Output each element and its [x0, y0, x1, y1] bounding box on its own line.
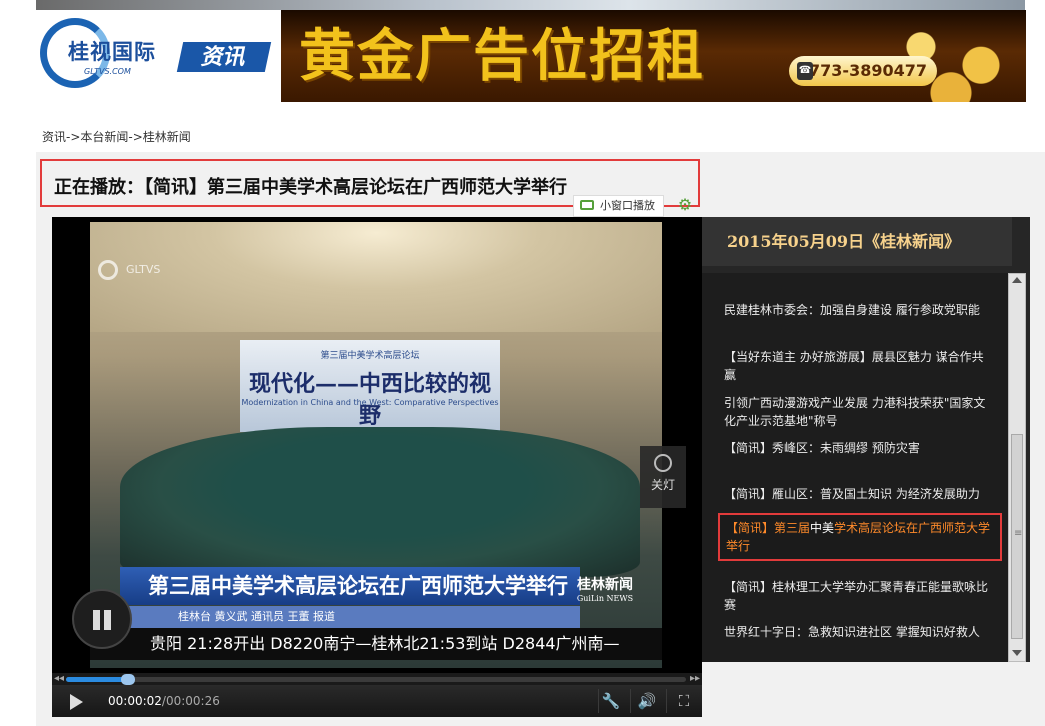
scrollbar-thumb[interactable]: ≡	[1011, 434, 1023, 639]
time-total: /00:00:26	[161, 694, 220, 708]
time-display: 00:00:02/00:00:26	[108, 694, 220, 708]
video-caption: 第三届中美学术高层论坛在广西师范大学举行	[120, 567, 580, 605]
rewind-icon[interactable]: ◂◂	[54, 673, 64, 685]
fullscreen-icon[interactable]: ⛶	[674, 691, 694, 711]
playlist-item[interactable]: 引领广西动漫游戏产业发展 力港科技荣获"国家文化产业示范基地"称号	[724, 394, 990, 430]
active-item-prefix: 【简讯】第三届	[726, 521, 811, 535]
progress-bar[interactable]	[66, 674, 686, 685]
progress-handle[interactable]	[121, 674, 135, 685]
ad-banner[interactable]: 黄金广告位招租 ☎ 0773-3890477	[281, 10, 1026, 102]
playlist-item[interactable]: 【简讯】桂林理工大学举办汇聚青春正能量歌咏比赛	[724, 578, 990, 614]
playlist-header: 2015年05月09日《桂林新闻》	[702, 217, 1012, 266]
phone-icon: ☎	[797, 62, 813, 80]
progress-fill	[66, 677, 128, 682]
scroll-down-arrow-icon[interactable]	[1012, 650, 1022, 656]
pause-button[interactable]	[72, 589, 132, 649]
logo-subtext: GLTVS.COM	[84, 67, 131, 76]
time-current: 00:00:02	[108, 694, 162, 708]
progress-track[interactable]: ◂◂ ▸▸	[52, 673, 702, 685]
video-ticker: 贵阳 21:28开出 D8220南宁—桂林北21:53到站 D2844广州南—	[90, 628, 662, 660]
banner-english-text: Modernization in China and the West: Com…	[241, 398, 499, 407]
video-stage-banner: 第三届中美学术高层论坛 现代化——中西比较的视野 Modernization i…	[240, 340, 500, 432]
video-frame[interactable]: GLTVS 第三届中美学术高层论坛 现代化——中西比较的视野 Moderniza…	[90, 222, 662, 668]
playlist-list: 民建桂林市委会：加强自身建设 履行参政党职能 【当好东道主 办好旅游展】展县区魅…	[702, 273, 1010, 662]
logo-text: 桂视国际	[68, 39, 156, 64]
playlist-item-active[interactable]: 【简讯】第三届中美学术高层论坛在广西师范大学举行	[718, 513, 1002, 561]
playlist-item[interactable]: 【当好东道主 办好旅游展】展县区魅力 谋合作共赢	[724, 348, 990, 384]
mini-window-play-label: 小窗口播放	[600, 199, 655, 212]
playlist-panel: 2015年05月09日《桂林新闻》 民建桂林市委会：加强自身建设 履行参政党职能…	[702, 217, 1030, 662]
play-icon[interactable]	[70, 694, 83, 710]
logo-section-tag: 资讯	[176, 42, 272, 72]
lightbulb-icon	[654, 454, 672, 472]
playlist-item[interactable]: 民建桂林市委会：加强自身建设 履行参政党职能	[724, 301, 990, 319]
playlist-scrollbar[interactable]: ≡	[1008, 273, 1026, 662]
control-separator	[598, 689, 599, 713]
lights-off-button[interactable]: 关灯	[640, 446, 686, 508]
news-logo-text: 桂林新闻	[577, 577, 633, 593]
volume-icon[interactable]: 🔊	[637, 691, 657, 711]
mini-window-play-button[interactable]: 小窗口播放	[573, 195, 664, 217]
news-logo-en: GuiLin NEWS	[576, 594, 634, 603]
control-separator	[666, 689, 667, 713]
video-conference-table	[120, 427, 640, 577]
ad-title: 黄金广告位招租	[299, 23, 705, 89]
player-controls: 00:00:02/00:00:26 🔧 🔊 ⛶	[52, 685, 702, 717]
gear-icon[interactable]: ⚙	[676, 196, 694, 214]
tv-icon	[580, 200, 594, 210]
now-playing-title: 正在播放：【简讯】第三届中美学术高层论坛在广西师范大学举行	[54, 177, 567, 198]
active-item-highlight: 中美	[810, 521, 835, 535]
fast-forward-icon[interactable]: ▸▸	[690, 673, 700, 685]
top-banner-strip	[36, 0, 1025, 10]
video-reporters: 桂林台 黄义武 通讯员 王董 报道	[120, 606, 580, 628]
control-separator	[630, 689, 631, 713]
ad-phone-number: 0773-3890477	[797, 61, 927, 80]
video-watermark: GLTVS	[90, 256, 216, 284]
playlist-item[interactable]: 世界红十字日：急救知识进社区 掌握知识好救人	[724, 623, 990, 641]
video-player[interactable]: GLTVS 第三届中美学术高层论坛 现代化——中西比较的视野 Moderniza…	[52, 217, 702, 717]
scroll-up-arrow-icon[interactable]	[1012, 277, 1022, 283]
banner-small-text: 第三届中美学术高层论坛	[320, 351, 420, 361]
scroll-grip-icon: ≡	[1014, 528, 1023, 539]
site-logo[interactable]: 桂视国际 GLTVS.COM 资讯	[40, 16, 272, 92]
playlist-item[interactable]: 【简讯】秀峰区：未雨绸缪 预防灾害	[724, 439, 990, 457]
ad-phone: ☎ 0773-3890477	[789, 56, 937, 86]
playlist-item[interactable]: 【简讯】雁山区：普及国土知识 为经济发展助力	[724, 485, 990, 503]
lights-off-label: 关灯	[650, 478, 675, 492]
breadcrumb[interactable]: 资讯->本台新闻->桂林新闻	[42, 128, 191, 145]
settings-wrench-icon[interactable]: 🔧	[601, 691, 621, 711]
video-news-logo: 桂林新闻 GuiLin NEWS	[560, 574, 650, 618]
